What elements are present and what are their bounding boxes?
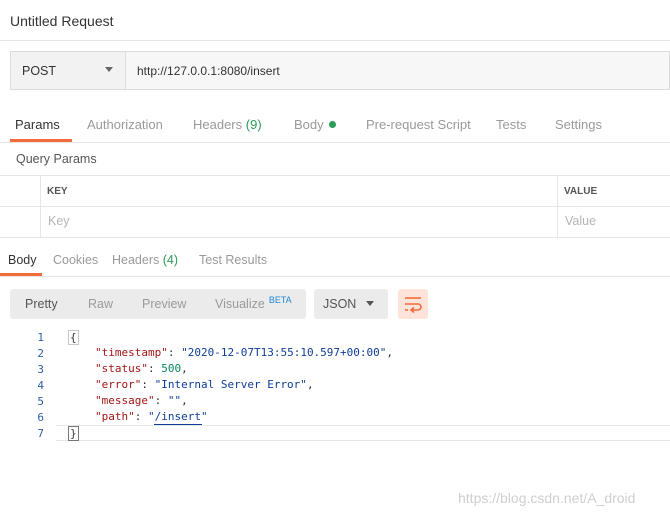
view-raw-button[interactable]: Raw	[88, 297, 113, 311]
line-number: 4	[37, 379, 44, 392]
value-input[interactable]: Value	[565, 214, 596, 228]
link-underline	[154, 424, 202, 425]
chevron-down-icon[interactable]	[366, 301, 374, 306]
language-label[interactable]: JSON	[323, 297, 356, 311]
code-open-brace: {	[68, 330, 79, 345]
method-label[interactable]: POST	[22, 64, 56, 78]
divider	[0, 40, 670, 41]
column-divider	[557, 175, 558, 238]
divider	[0, 142, 670, 143]
response-tab-body[interactable]: Body	[8, 253, 37, 267]
json-key: "message"	[95, 394, 155, 407]
line-number: 2	[37, 347, 44, 360]
json-value: "2020-12-07T13:55:10.597+00:00"	[181, 346, 387, 359]
visualize-label: Visualize	[215, 297, 265, 311]
divider	[0, 206, 670, 207]
response-tab-headers[interactable]: Headers (4)	[112, 253, 178, 267]
query-params-title: Query Params	[16, 152, 97, 166]
view-pretty-button[interactable]: Pretty	[25, 297, 58, 311]
line-number: 6	[37, 411, 44, 424]
tab-prerequest-script[interactable]: Pre-request Script	[366, 117, 471, 132]
view-visualize-button[interactable]: Visualize BETA	[215, 295, 292, 311]
json-key: "timestamp"	[95, 346, 168, 359]
response-tab-test-results[interactable]: Test Results	[199, 253, 267, 267]
dot-icon	[328, 121, 336, 128]
column-header-key: KEY	[47, 186, 68, 197]
line-number: 7	[37, 427, 44, 440]
view-preview-button[interactable]: Preview	[142, 297, 186, 311]
line-number: 1	[37, 331, 44, 344]
json-value[interactable]: "/insert"	[148, 410, 208, 423]
code-line: "message": "",	[95, 394, 188, 407]
json-key: "error"	[95, 378, 142, 391]
tab-headers-label: Headers	[193, 117, 243, 132]
key-input[interactable]: Key	[48, 214, 70, 228]
code-line: "status": 500,	[95, 362, 188, 375]
url-text[interactable]: http://127.0.0.1:8080/insert	[137, 64, 280, 78]
response-headers-count: (4)	[162, 253, 179, 267]
divider	[0, 276, 670, 277]
tab-tests[interactable]: Tests	[496, 117, 526, 132]
tab-settings[interactable]: Settings	[555, 117, 602, 132]
json-key: "status"	[95, 362, 148, 375]
json-key: "path"	[95, 410, 135, 423]
json-value: "Internal Server Error"	[154, 378, 307, 391]
chevron-down-icon[interactable]	[105, 67, 113, 72]
code-line: "timestamp": "2020-12-07T13:55:10.597+00…	[95, 346, 394, 359]
json-value: 500	[161, 362, 182, 375]
code-line: "path": "/insert"	[95, 410, 208, 423]
wrap-lines-icon	[405, 297, 422, 314]
column-header-value: VALUE	[564, 186, 598, 197]
json-value: ""	[167, 394, 182, 407]
code-line: "error": "Internal Server Error",	[95, 378, 314, 391]
response-tab-cookies[interactable]: Cookies	[53, 253, 98, 267]
line-number: 5	[37, 395, 44, 408]
headers-count: (9)	[245, 117, 262, 132]
tab-authorization[interactable]: Authorization	[87, 117, 163, 132]
beta-badge: BETA	[268, 295, 292, 305]
tab-params[interactable]: Params	[15, 117, 60, 132]
current-line-highlight	[56, 425, 670, 441]
watermark: https://blog.csdn.net/A_droid	[458, 490, 636, 506]
column-divider	[40, 175, 41, 238]
request-title[interactable]: Untitled Request	[10, 13, 114, 29]
wrap-lines-button[interactable]	[398, 289, 428, 319]
tab-headers[interactable]: Headers (9)	[193, 117, 262, 132]
code-close-brace: }	[68, 426, 79, 441]
tab-body-label: Body	[294, 117, 324, 132]
line-number: 3	[37, 363, 44, 376]
response-tab-headers-label: Headers	[112, 253, 160, 267]
tab-body[interactable]: Body	[294, 117, 336, 132]
